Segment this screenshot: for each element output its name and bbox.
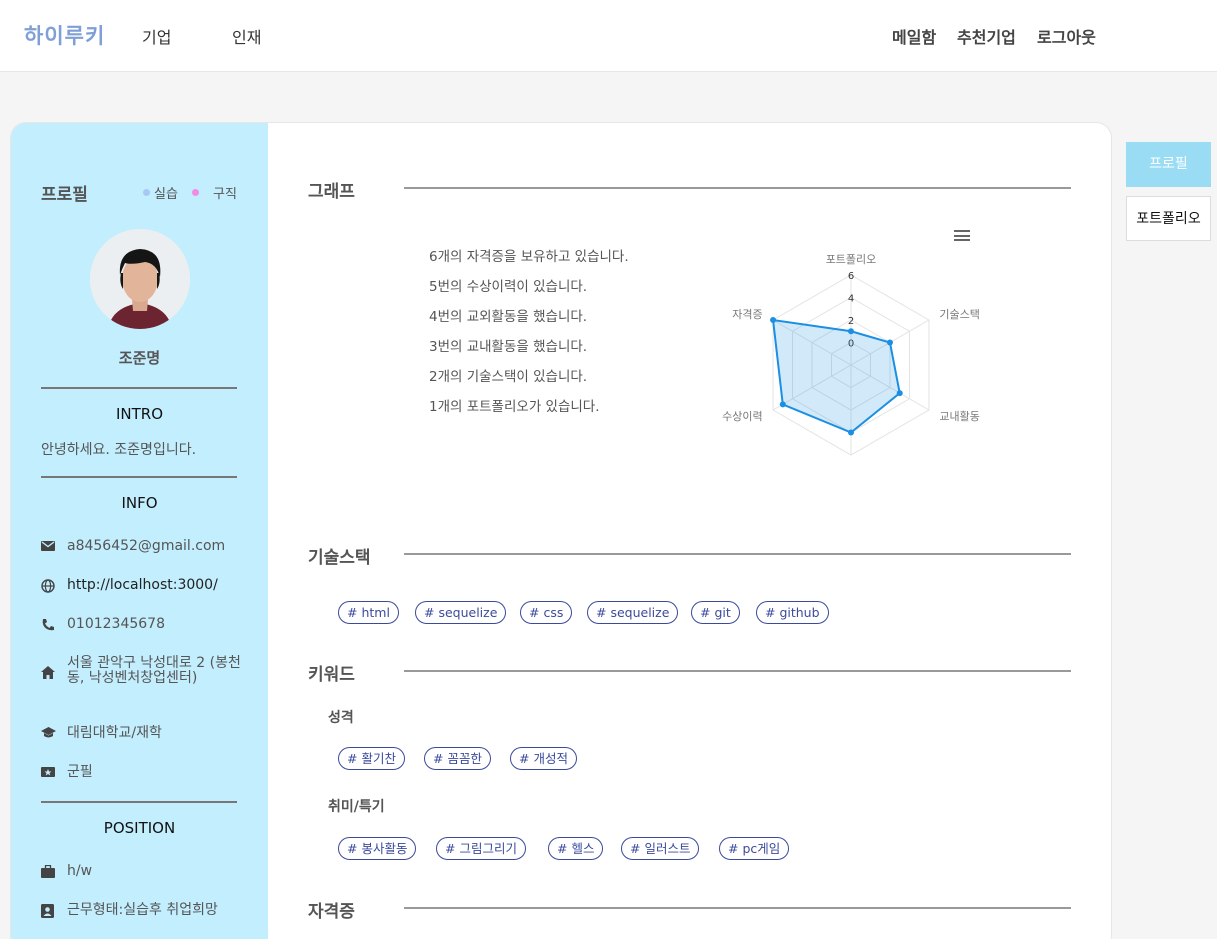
profile-sidebar: 프로필 실습 구직 조준명 INTRO 안녕하세요. 조준명입니다. INFO [11,123,268,939]
military-value: 군필 [67,764,93,780]
keyword-tag[interactable]: # 일러스트 [621,837,700,860]
position-worktype: 근무형태:실습후 취업희망 [41,903,241,922]
mail-icon [41,539,67,556]
tab-portfolio[interactable]: 포트폴리오 [1126,196,1211,241]
keyword-tag[interactable]: # 그림그리기 [436,837,526,860]
job-value: h/w [67,863,93,879]
legend-practice: 실습 [143,183,178,202]
nav-logout[interactable]: 로그아웃 [1037,24,1096,48]
profile-card: 프로필 실습 구직 조준명 INTRO 안녕하세요. 조준명입니다. INFO [10,122,1112,939]
radar-data-point[interactable] [896,390,903,397]
radar-tick-label: 4 [848,294,854,305]
tech-tag[interactable]: # html [338,601,399,624]
radar-data-point[interactable] [848,328,854,335]
stat-awards: 5번의 수상이력이 있습니다. [429,279,588,295]
worktype-value: 근무형태:실습후 취업희망 [67,902,218,918]
address-value: 서울 관악구 낙성대로 2 (봉천동, 낙성벤처창업센터) [67,655,241,686]
radar-axis-label: 포트폴리오 [826,253,877,266]
phone-icon [41,617,67,636]
globe-icon [41,578,67,597]
position-job: h/w [41,864,241,882]
radar-axis-label: 수상이력 [722,410,762,423]
keyword-tag[interactable]: # pc게임 [719,837,790,860]
divider [41,801,237,803]
stat-tech-stack: 2개의 기술스택이 있습니다. [429,369,588,385]
tech-tag[interactable]: # sequelize [415,601,507,624]
radar-data-point[interactable] [770,317,777,323]
divider [41,387,237,389]
tech-tag[interactable]: # github [756,601,829,624]
legend-job: 구직 [192,183,237,202]
stat-external-activities: 4번의 교외활동을 했습니다. [429,309,588,325]
nav-talents[interactable]: 인재 [232,24,261,48]
info-phone: 01012345678 [41,617,241,636]
radar-data-point[interactable] [886,339,893,346]
graph-section-line [404,187,1071,189]
home-icon [41,656,67,683]
briefcase-icon [41,864,67,882]
avatar [90,229,190,329]
top-header: 하이루키 기업 인재 메일함 추천기업 로그아웃 [0,0,1217,72]
radar-data-point[interactable] [779,401,786,408]
info-heading: INFO [121,494,158,512]
tab-profile[interactable]: 프로필 [1126,142,1211,187]
tech-tag[interactable]: # sequelize [587,601,679,624]
cert-section-line [404,907,1071,909]
radar-axis-label: 교내활동 [939,409,979,423]
position-heading: POSITION [103,819,176,837]
keyword-tag[interactable]: # 헬스 [548,837,604,860]
school-value: 대림대학교/재학 [67,725,162,741]
stat-certificates: 6개의 자격증을 보유하고 있습니다. [429,249,629,265]
intro-text: 안녕하세요. 조준명입니다. [41,442,197,458]
tech-tag[interactable]: # git [691,601,740,624]
radar-chart: 0246 포트폴리오기술스택교내활동교외활동수상이력자격증 [722,253,980,456]
radar-axis-label: 자격증 [732,308,762,321]
keyword-section-title: 키워드 [308,665,355,685]
stat-internal-activities: 3번의 교내활동을 했습니다. [429,339,588,355]
radar-tick-label: 2 [848,316,854,327]
intro-heading: INTRO [115,405,164,423]
radar-tick-label: 6 [848,271,854,282]
legend-label-practice: 실습 [154,187,178,202]
keyword-tag[interactable]: # 개성적 [510,747,577,770]
info-military: 군필 [41,765,241,782]
stat-portfolio: 1개의 포트폴리오가 있습니다. [429,399,600,415]
nav-recommended[interactable]: 추천기업 [957,24,1016,48]
legend-dot-practice [143,189,150,196]
logo[interactable]: 하이루키 [24,20,105,50]
tech-section-title: 기술스택 [308,548,371,568]
info-email: a8456452@gmail.com [41,539,241,556]
tech-tag[interactable]: # css [520,601,573,624]
info-school: 대림대학교/재학 [41,726,241,743]
radar-axis-label: 기술스택 [939,308,979,321]
profile-title: 프로필 [41,185,88,205]
keyword-tag[interactable]: # 봉사활동 [338,837,417,860]
info-website: http://localhost:3000/ [41,578,241,597]
keyword-tag[interactable]: # 꼼꼼한 [424,747,491,770]
graduation-cap-icon [41,726,67,743]
divider [41,476,237,478]
phone-value: 01012345678 [67,616,165,632]
graph-section-title: 그래프 [308,182,355,202]
nav-mailbox[interactable]: 메일함 [892,24,936,48]
keyword-tag[interactable]: # 활기찬 [338,747,405,770]
user-name: 조준명 [118,349,161,367]
id-badge-icon [41,903,67,922]
nav-companies[interactable]: 기업 [142,24,171,48]
hobby-heading: 취미/특기 [328,799,385,815]
chart-menu-icon[interactable] [954,230,970,241]
legend-dot-job [192,189,199,196]
cert-section-title: 자격증 [308,902,355,922]
military-badge-icon [41,765,67,782]
personality-heading: 성격 [328,710,354,726]
email-value: a8456452@gmail.com [67,538,226,554]
keyword-section-line [404,670,1071,672]
legend-label-job: 구직 [213,187,237,202]
tech-section-line [404,553,1071,555]
info-address: 서울 관악구 낙성대로 2 (봉천동, 낙성벤처창업센터) [41,656,241,686]
radar-data-point[interactable] [848,429,854,436]
website-link[interactable]: http://localhost:3000/ [67,578,218,593]
